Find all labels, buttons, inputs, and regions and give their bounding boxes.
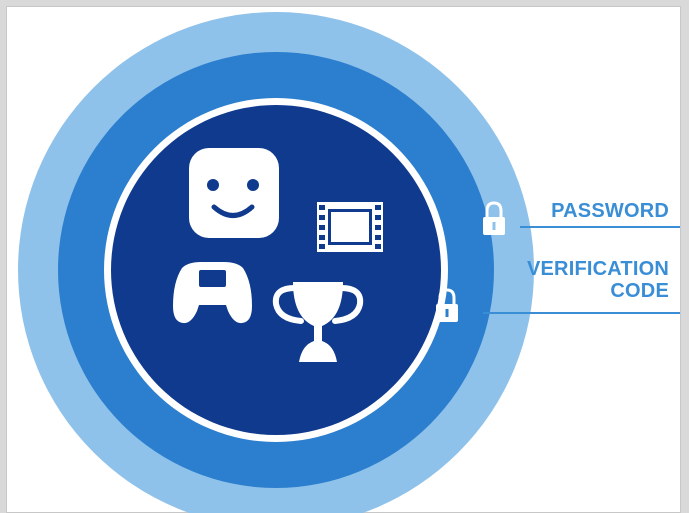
verification-code-connector-line	[483, 312, 680, 314]
verification-code-label-line2: CODE	[610, 280, 669, 302]
verification-code-label: VERIFICATION CODE	[527, 258, 669, 302]
password-connector-line	[520, 226, 680, 228]
password-label: PASSWORD	[551, 200, 669, 222]
verification-code-label-line1: VERIFICATION	[526, 258, 669, 280]
film-strip-icon	[317, 202, 383, 252]
security-diagram: PASSWORD VERIFICATION CODE	[6, 6, 681, 513]
inner-circle	[111, 105, 441, 435]
face-icon	[189, 148, 279, 238]
